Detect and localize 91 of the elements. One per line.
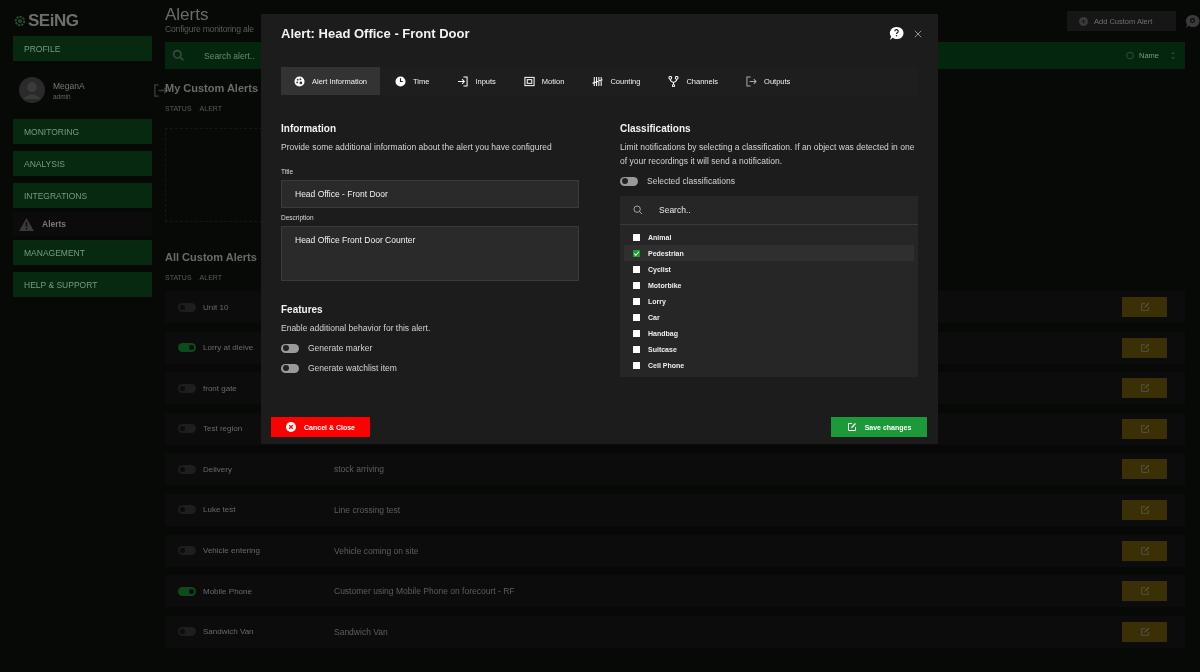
alert-description: Customer using Mobile Phone on forecourt - RF [334,586,515,597]
section-heading: My Custom Alerts [165,82,259,94]
toggle-switch[interactable] [281,363,299,373]
fork-icon [668,75,680,87]
toggle-switch[interactable] [178,586,196,596]
edit-button[interactable] [1122,581,1167,602]
profile-button[interactable]: PROFILE [13,36,152,61]
edit-button[interactable] [1122,499,1167,520]
sort-icon[interactable] [1169,51,1177,60]
edit-button[interactable] [1122,621,1167,642]
alert-description: stock arriving [334,464,385,475]
section-heading: Classifications [620,123,692,134]
alert-description: Vehicle coming on site [334,545,419,556]
section-description: Enable additional behavior for this alert. [281,323,432,333]
edit-icon [846,422,857,432]
title-field[interactable]: Head Office - Front Door [281,180,579,208]
alert-name: Test region [203,424,243,434]
gear-logo-icon [13,14,27,28]
logo-text: SEiNG [28,11,79,31]
alert-name: Luke test [203,505,236,515]
alert-name: Sandwich Van [203,627,254,637]
checkbox[interactable] [633,249,640,257]
edit-icon [1139,423,1150,434]
nav-section-button[interactable]: HELP & SUPPORT [13,272,152,297]
toggle-switch[interactable] [178,343,196,353]
alert-name: Unit 10 [203,302,229,312]
description-field[interactable]: Head Office Front Door Counter [281,226,579,281]
toggle-label: Selected classifications [647,176,735,186]
checkbox[interactable] [633,233,640,241]
toggle-label: Generate watchlist item [308,363,397,373]
edit-icon [1139,302,1150,312]
alert-description: Sandwich Van [334,626,388,637]
toggle-switch[interactable] [620,176,638,186]
checkbox[interactable] [633,297,640,305]
checkbox[interactable] [633,265,640,273]
page-subtitle: Configure monitoring ale [165,24,254,34]
sign-in-icon [457,75,469,87]
alert-name: Delivery [203,464,232,474]
edit-button[interactable] [1122,337,1167,358]
section-description: Limit notifications by selecting a classification. If an object was detected in one of your recordings it will send a notification. [620,141,916,168]
edit-icon [1139,504,1150,515]
help-icon[interactable] [889,26,904,41]
checkbox[interactable] [633,281,640,289]
alert-name: Lorry at dleive [203,343,254,353]
user-name: MeganA [53,80,86,91]
edit-button[interactable] [1122,459,1167,480]
edit-icon [1139,626,1150,637]
edit-icon [1139,586,1150,597]
close-circle-icon [286,422,296,432]
edit-icon [1139,342,1150,353]
search-field[interactable]: Search alert.. [202,49,406,62]
edit-button[interactable] [1122,540,1167,561]
alert-name: Mobile Phone [203,586,252,596]
motion-frame-icon [523,75,535,87]
section-description: Provide some additional information about the alert you have configured [281,142,553,152]
section-heading: Information [281,123,337,134]
nav-section-button[interactable]: INTEGRATIONS [13,183,152,208]
search-icon [633,205,643,215]
edit-button[interactable] [1122,378,1167,399]
search-icon [172,49,185,62]
modal-title: Alert: Head Office - Front Door [281,26,471,41]
section-heading: All Custom Alerts [165,251,257,263]
nav-link[interactable]: Alerts [13,212,152,236]
checkbox[interactable] [633,313,640,321]
edit-button[interactable] [1122,297,1167,317]
avatar-icon [19,77,45,103]
toggle-label: Generate marker [308,343,373,353]
checkbox[interactable] [633,345,640,353]
edit-icon [1139,545,1150,556]
close-icon[interactable] [914,29,922,38]
clock-icon [395,75,407,87]
checkbox[interactable] [633,329,640,337]
search-field[interactable]: Search.. [657,204,861,216]
sign-out-icon [746,75,758,87]
edit-icon [1139,464,1150,475]
plus-icon [1079,16,1088,26]
warning-icon [19,217,34,231]
edit-icon [1139,383,1150,394]
edit-button[interactable] [1122,418,1167,439]
nav-section-button[interactable]: ANALYSIS [13,151,152,176]
nav-section-button[interactable]: MONITORING [13,119,152,144]
tally-icon [592,75,604,87]
section-heading: Features [281,304,324,315]
alert-description: Line crossing test [334,504,401,515]
palette-icon [294,75,305,87]
alert-name: front gate [203,383,237,393]
nav-section-button[interactable]: MANAGEMENT [13,240,152,265]
page-title: Alerts [165,5,210,24]
alert-name: Vehicle entering [203,546,260,556]
toggle-switch[interactable] [281,343,299,353]
checkbox[interactable] [633,361,640,369]
